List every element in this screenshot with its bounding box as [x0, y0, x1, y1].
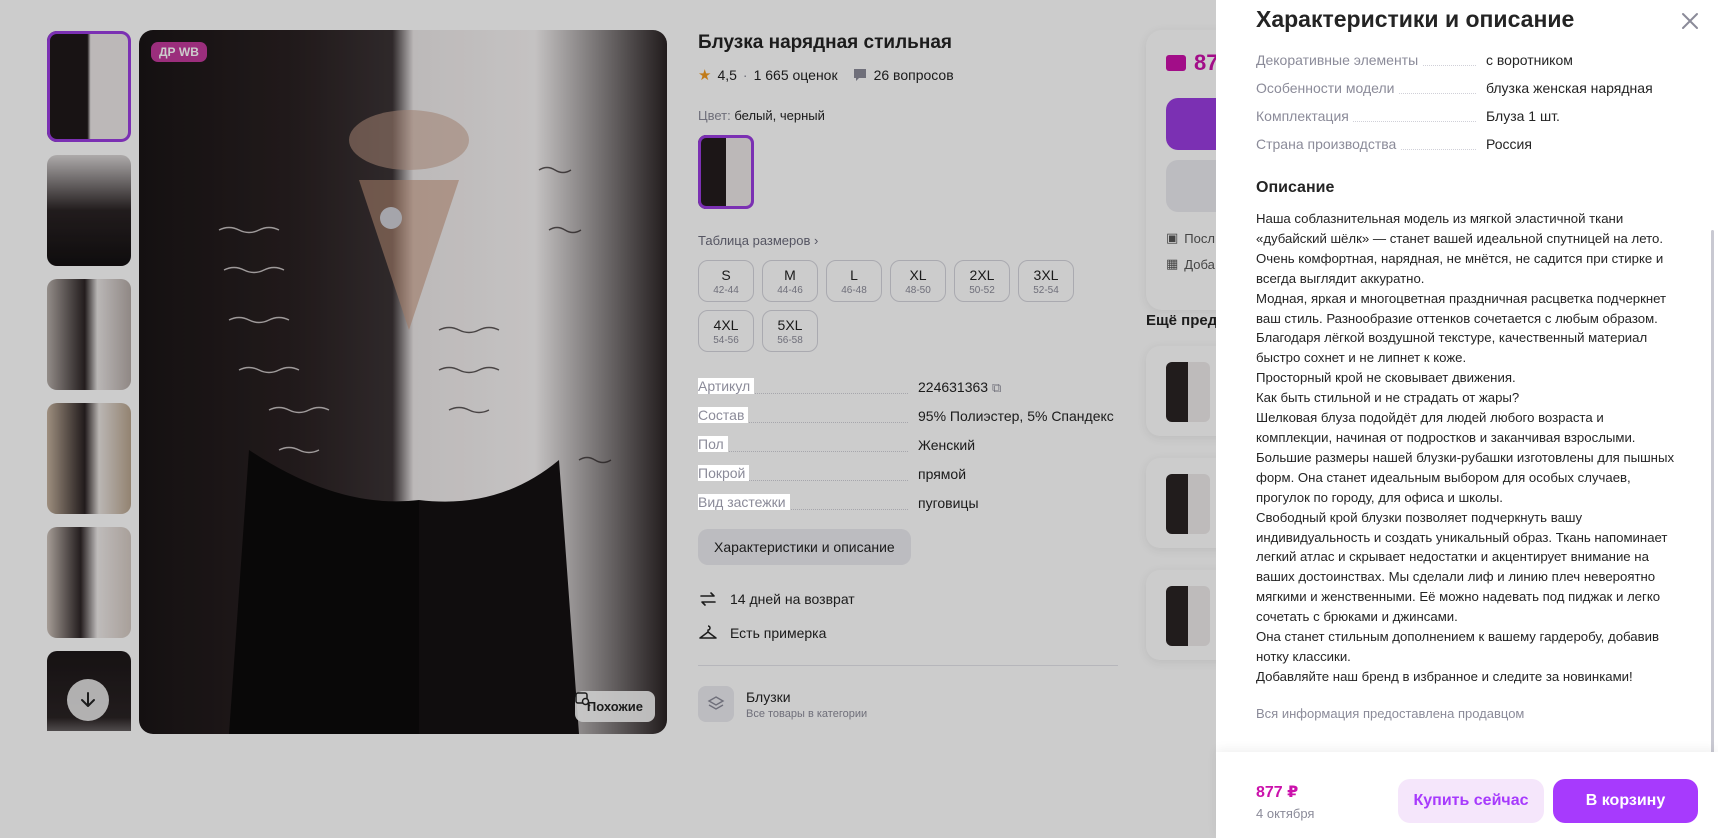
footer-delivery-date: 4 октября — [1256, 806, 1315, 821]
drawer-footer: 877 ₽ 4 октября Купить сейчас В корзину — [1216, 752, 1718, 838]
buy-now-button[interactable]: Купить сейчас — [1398, 779, 1544, 823]
drawer-spec-value: с воротником — [1486, 52, 1573, 68]
drawer-spec-key: Страна производства — [1256, 136, 1486, 153]
drawer-spec-row: Декоративные элементы с воротником — [1256, 52, 1676, 69]
drawer-spec-row: Особенности модели блузка женская нарядна… — [1256, 80, 1676, 97]
drawer-spec-key: Комплектация — [1256, 108, 1486, 125]
drawer-title: Характеристики и описание — [1256, 6, 1575, 32]
close-button[interactable] — [1678, 9, 1702, 33]
drawer-spec-value: Россия — [1486, 136, 1532, 152]
drawer-specs: Декоративные элементы с воротником Особенн… — [1256, 52, 1676, 153]
characteristics-drawer: Характеристики и описание Декоративные э… — [1216, 0, 1718, 838]
description-text: Наша соблазнительная модель из мягкой эл… — [1256, 211, 1675, 684]
drawer-spec-row: Страна производства Россия — [1256, 136, 1676, 153]
close-icon — [1682, 13, 1698, 29]
drawer-spec-key: Декоративные элементы — [1256, 52, 1486, 69]
description-heading: Описание — [1256, 179, 1335, 196]
drawer-spec-row: Комплектация Блуза 1 шт. — [1256, 108, 1676, 125]
drawer-spec-value: блузка женская нарядная — [1486, 80, 1653, 96]
add-to-cart-button[interactable]: В корзину — [1553, 779, 1698, 823]
seller-note: Вся информация предоставлена продавцом — [1256, 705, 1525, 721]
drawer-scrollbar[interactable] — [1711, 230, 1714, 754]
footer-price: 877 ₽ — [1256, 784, 1299, 801]
drawer-content: Декоративные элементы с воротником Особенн… — [1256, 52, 1676, 752]
drawer-spec-value: Блуза 1 шт. — [1486, 108, 1560, 124]
drawer-spec-key: Особенности модели — [1256, 80, 1486, 97]
